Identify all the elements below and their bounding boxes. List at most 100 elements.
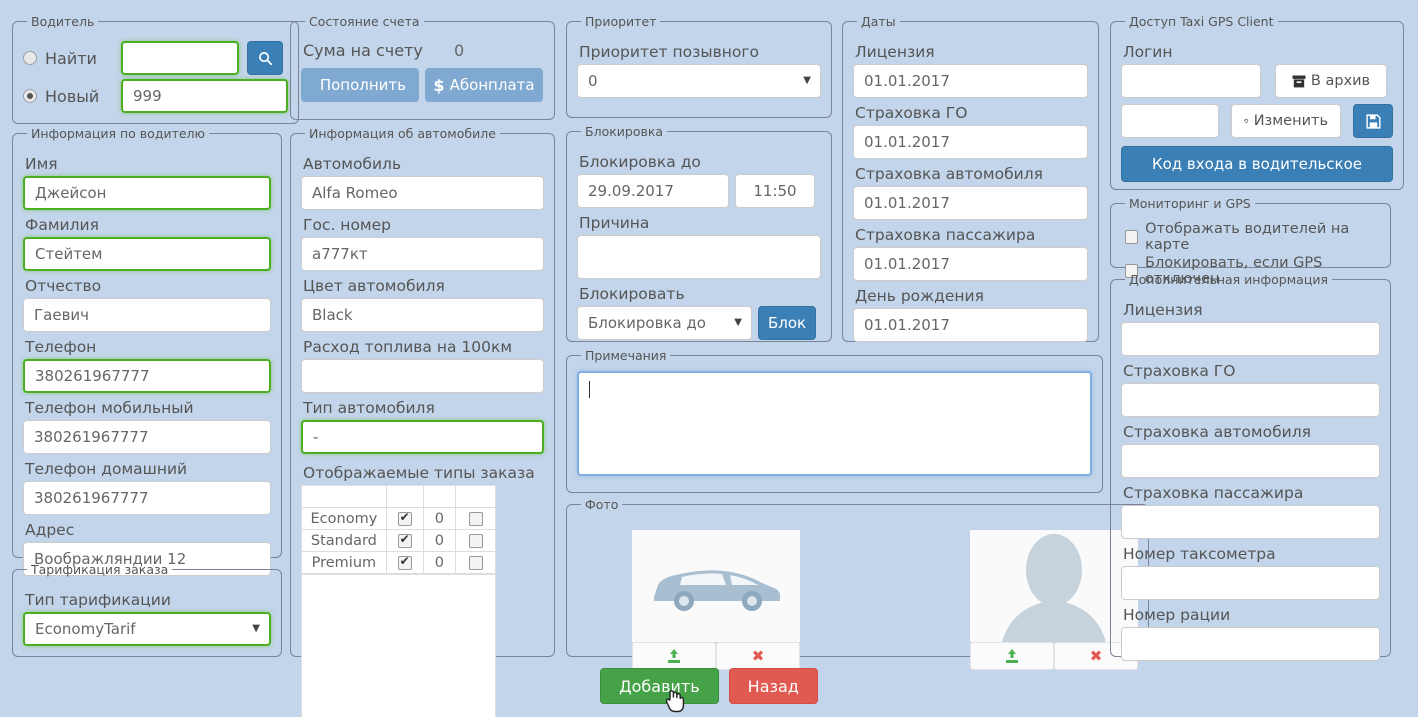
patronymic-input[interactable]: Гаевич bbox=[23, 298, 271, 332]
block-time-input[interactable]: 11:50 bbox=[735, 174, 815, 208]
block-mode-select[interactable]: Блокировка до ▼ bbox=[577, 306, 752, 340]
order-type-extra-cell[interactable] bbox=[455, 551, 496, 574]
credit-card-icon bbox=[314, 84, 315, 86]
order-type-extra-checkbox[interactable] bbox=[468, 555, 483, 570]
order-type-name: Premium bbox=[301, 551, 387, 574]
car-type-input[interactable]: - bbox=[301, 420, 544, 454]
notes-textarea[interactable] bbox=[577, 371, 1092, 476]
login-row: В архив bbox=[1121, 64, 1393, 98]
extra-car-insurance-input[interactable] bbox=[1121, 444, 1380, 478]
header-cell-extra bbox=[455, 485, 496, 508]
extra-liability-insurance-input[interactable] bbox=[1121, 383, 1380, 417]
order-type-enabled-checkbox[interactable] bbox=[397, 510, 412, 526]
radio-number-input[interactable] bbox=[1121, 627, 1380, 661]
order-type-extra-checkbox[interactable] bbox=[468, 533, 483, 548]
new-radio[interactable] bbox=[23, 89, 37, 103]
tarif-fieldset: Тарификация заказа Тип тарификации Econo… bbox=[12, 562, 282, 657]
photo-fieldset: Фото ✖ ✖ bbox=[566, 497, 1149, 670]
topup-button[interactable]: Пополнить bbox=[301, 68, 419, 102]
extra-passenger-insurance-input[interactable] bbox=[1121, 505, 1380, 539]
car-photo-upload-button[interactable] bbox=[632, 642, 716, 670]
upload-icon bbox=[668, 649, 680, 663]
show-drivers-on-map-checkbox[interactable] bbox=[1125, 230, 1139, 244]
car-photo-delete-button[interactable]: ✖ bbox=[716, 642, 800, 670]
birthday-input[interactable]: 01.01.2017 bbox=[853, 308, 1088, 342]
passenger-insurance-date-label: Страховка пассажира bbox=[855, 226, 1036, 244]
order-type-enabled-cell[interactable] bbox=[385, 507, 424, 530]
save-button[interactable] bbox=[1353, 104, 1393, 138]
fuel-consumption-label: Расход топлива на 100км bbox=[303, 338, 513, 356]
car-color-input[interactable]: Black bbox=[301, 298, 544, 332]
table-row[interactable]: Standard 0 bbox=[301, 529, 496, 552]
mobile-phone-label: Телефон мобильный bbox=[25, 399, 194, 417]
home-phone-input[interactable]: 380261967777 bbox=[23, 481, 271, 515]
fuel-consumption-input[interactable] bbox=[301, 359, 544, 393]
archive-button[interactable]: В архив bbox=[1275, 64, 1387, 98]
block-date-input[interactable]: 29.09.2017 bbox=[577, 174, 729, 208]
first-name-input[interactable]: Джейсон bbox=[23, 176, 271, 210]
upload-icon bbox=[1006, 649, 1018, 663]
priority-fieldset: Приоритет Приоритет позывного 0 ▼ bbox=[566, 14, 832, 118]
order-type-enabled-checkbox[interactable] bbox=[397, 532, 412, 548]
account-buttons: Пополнить $ Абонплата bbox=[301, 68, 544, 102]
tarif-type-select[interactable]: EconomyTarif ▼ bbox=[23, 612, 271, 646]
driver-edit-page: Водитель Найти Новый 999 Информация по в… bbox=[0, 0, 1418, 717]
callsign-priority-label: Приоритет позывного bbox=[579, 43, 759, 61]
tarif-type-label: Тип тарификации bbox=[25, 591, 171, 609]
password-input[interactable] bbox=[1121, 104, 1219, 138]
block-mode-row: Блокировка до ▼ Блок bbox=[577, 306, 821, 340]
taximeter-number-input[interactable] bbox=[1121, 566, 1380, 600]
new-driver-row[interactable]: Новый 999 bbox=[23, 79, 288, 113]
car-photo-buttons: ✖ bbox=[632, 642, 800, 670]
block-fieldset: Блокировка Блокировка до 29.09.2017 11:5… bbox=[566, 124, 832, 342]
driver-legend: Водитель bbox=[31, 14, 95, 29]
car-plate-input[interactable]: а777кт bbox=[301, 237, 544, 271]
order-type-enabled-checkbox[interactable] bbox=[397, 554, 412, 570]
car-plate-label: Гос. номер bbox=[303, 216, 391, 234]
table-row[interactable]: Economy 0 bbox=[301, 507, 496, 530]
order-type-extra-cell[interactable] bbox=[455, 507, 496, 530]
back-button[interactable]: Назад bbox=[728, 668, 818, 704]
show-drivers-on-map-row[interactable]: Отображать водителей на карте bbox=[1125, 221, 1380, 253]
extra-info-legend: Дополнительная информация bbox=[1129, 272, 1328, 287]
car-insurance-date-input[interactable]: 01.01.2017 bbox=[853, 186, 1088, 220]
subscription-button[interactable]: $ Абонплата bbox=[425, 68, 543, 102]
order-type-extra-cell[interactable] bbox=[455, 529, 496, 552]
gps-client-fieldset: Доступ Taxi GPS Client Логин В архив Изм… bbox=[1110, 14, 1404, 190]
mobile-phone-input[interactable]: 380261967777 bbox=[23, 420, 271, 454]
driver-photo-upload-button[interactable] bbox=[970, 642, 1054, 670]
search-button[interactable] bbox=[247, 41, 283, 75]
block-reason-input[interactable] bbox=[577, 235, 821, 279]
car-model-input[interactable]: Alfa Romeo bbox=[301, 176, 544, 210]
phone-label: Телефон bbox=[25, 338, 97, 356]
last-name-input[interactable]: Стейтем bbox=[23, 237, 271, 271]
callsign-priority-select[interactable]: 0 ▼ bbox=[577, 64, 821, 98]
dates-legend: Даты bbox=[861, 14, 896, 29]
order-type-extra-checkbox[interactable] bbox=[468, 511, 483, 526]
find-driver-input[interactable] bbox=[121, 41, 239, 75]
block-button[interactable]: Блок bbox=[758, 306, 816, 340]
phone-input[interactable]: 380261967777 bbox=[23, 359, 271, 393]
find-radio[interactable] bbox=[23, 51, 37, 65]
passenger-insurance-date-input[interactable]: 01.01.2017 bbox=[853, 247, 1088, 281]
login-input[interactable] bbox=[1121, 64, 1261, 98]
address-label: Адрес bbox=[25, 521, 75, 539]
find-driver-row[interactable]: Найти bbox=[23, 41, 288, 75]
order-type-enabled-cell[interactable] bbox=[385, 529, 424, 552]
new-driver-input[interactable]: 999 bbox=[121, 79, 288, 113]
archive-box-icon bbox=[1292, 75, 1306, 87]
taximeter-number-label: Номер таксометра bbox=[1123, 545, 1276, 563]
account-sum-label: Сума на счету bbox=[303, 41, 423, 60]
license-date-input[interactable]: 01.01.2017 bbox=[853, 64, 1088, 98]
add-button[interactable]: Добавить bbox=[600, 668, 719, 704]
change-password-button[interactable]: Изменить bbox=[1231, 104, 1341, 138]
table-row[interactable]: Premium 0 bbox=[301, 551, 496, 574]
driver-login-code-button[interactable]: Код входа в водительское bbox=[1121, 146, 1393, 182]
floppy-save-icon bbox=[1365, 113, 1381, 129]
order-type-enabled-cell[interactable] bbox=[385, 551, 424, 574]
tarif-type-value: EconomyTarif bbox=[35, 620, 136, 638]
dates-fieldset: Даты Лицензия 01.01.2017 Страховка ГО 01… bbox=[842, 14, 1099, 342]
home-phone-label: Телефон домашний bbox=[25, 460, 188, 478]
liability-insurance-date-input[interactable]: 01.01.2017 bbox=[853, 125, 1088, 159]
extra-license-input[interactable] bbox=[1121, 322, 1380, 356]
